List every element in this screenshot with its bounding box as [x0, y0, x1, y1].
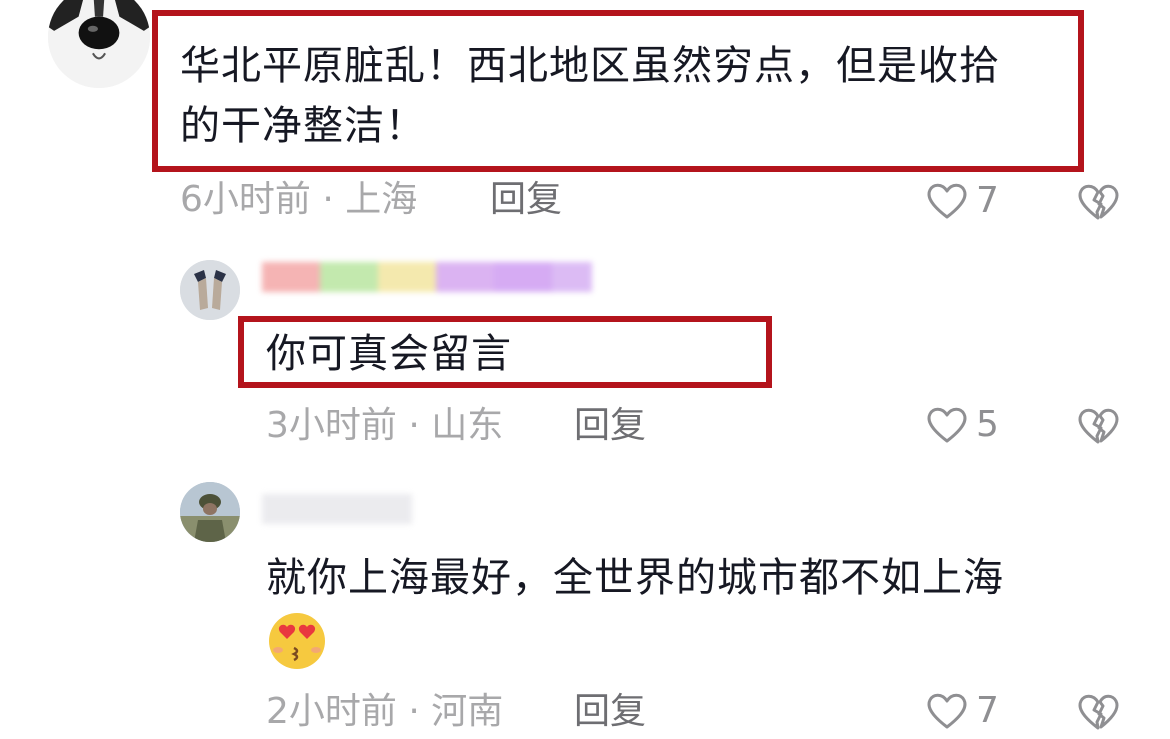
comment-text-line-1: 华北平原脏乱！西北地区虽然穷点，但是收拾 [180, 43, 1000, 89]
heart-outline-icon [927, 693, 967, 728]
heart-outline-icon [927, 183, 967, 218]
soldier-avatar-icon [180, 482, 240, 542]
like-button[interactable]: 5 [926, 404, 999, 445]
broken-heart-icon[interactable] [1077, 692, 1119, 732]
comment-meta: 3小时前 · 山东 [266, 405, 504, 446]
like-count: 7 [976, 180, 999, 221]
comment-text-line-2: 的干净整洁！ [180, 103, 426, 149]
reply-button[interactable]: 回复 [574, 406, 646, 446]
like-button[interactable]: 7 [926, 180, 999, 221]
username-blurred [262, 262, 592, 292]
broken-heart-icon[interactable] [1077, 182, 1119, 222]
heart-outline-icon [927, 407, 967, 442]
comment-meta: 6小时前 · 上海 [180, 179, 418, 220]
avatar[interactable] [180, 260, 240, 320]
avatar[interactable] [180, 482, 240, 542]
husky-avatar-icon [48, 0, 150, 88]
reply-button[interactable]: 回复 [490, 180, 562, 220]
comment-text: 就你上海最好，全世界的城市都不如上海 [266, 555, 1004, 601]
comment-meta: 2小时前 · 河南 [266, 691, 504, 732]
comment-thread: 华北平原脏乱！西北地区虽然穷点，但是收拾 的干净整洁！ 6小时前 · 上海 回复… [0, 0, 1170, 739]
broken-heart-icon[interactable] [1077, 406, 1119, 446]
reply-button[interactable]: 回复 [574, 692, 646, 732]
username-blurred [262, 494, 412, 524]
avatar[interactable] [48, 0, 150, 88]
like-button[interactable]: 7 [926, 690, 999, 731]
like-count: 7 [976, 690, 999, 731]
like-count: 5 [976, 404, 999, 445]
heart-eyes-kiss-emoji-icon [269, 613, 325, 669]
shoes-avatar-icon [180, 260, 240, 320]
comment-text: 你可真会留言 [266, 331, 512, 377]
